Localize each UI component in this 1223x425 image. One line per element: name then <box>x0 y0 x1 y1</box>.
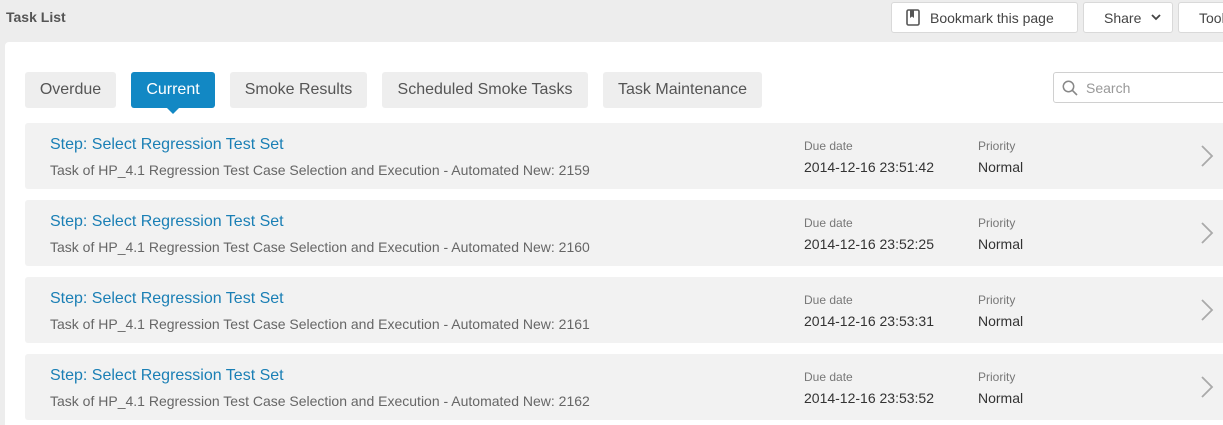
task-description: Task of HP_4.1 Regression Test Case Sele… <box>50 393 590 409</box>
due-date-value: 2014-12-16 23:53:52 <box>804 390 934 406</box>
chevron-right-icon[interactable] <box>1200 298 1214 322</box>
task-title[interactable]: Step: Select Regression Test Set <box>50 367 284 385</box>
chevron-down-icon <box>1151 14 1161 21</box>
priority-label: Priority <box>978 139 1016 153</box>
priority-label: Priority <box>978 216 1016 230</box>
chevron-right-icon[interactable] <box>1200 375 1214 399</box>
tab-task-maintenance[interactable]: Task Maintenance <box>603 72 762 108</box>
bookmark-button[interactable]: Bookmark this page <box>891 2 1078 33</box>
tools-label: Tools <box>1199 9 1223 26</box>
task-description: Task of HP_4.1 Regression Test Case Sele… <box>50 162 590 178</box>
priority-label: Priority <box>978 293 1016 307</box>
share-label: Share <box>1104 9 1142 26</box>
bookmark-label: Bookmark this page <box>930 9 1054 26</box>
tab-label: Current <box>146 81 200 98</box>
priority-value: Normal <box>978 236 1024 252</box>
tab-label: Overdue <box>39 81 102 98</box>
task-description: Task of HP_4.1 Regression Test Case Sele… <box>50 239 590 255</box>
tab-label: Scheduled Smoke Tasks <box>397 81 573 98</box>
tab-overdue[interactable]: Overdue <box>25 72 116 108</box>
due-date-value: 2014-12-16 23:53:31 <box>804 313 934 329</box>
top-bar: Task List Bookmark this page Share Tools <box>0 0 1223 40</box>
task-row[interactable]: Step: Select Regression Test Set Task of… <box>25 123 1223 189</box>
chevron-right-icon[interactable] <box>1200 144 1214 168</box>
priority-value: Normal <box>978 159 1024 175</box>
due-date-value: 2014-12-16 23:51:42 <box>804 159 934 175</box>
tab-label: Task Maintenance <box>618 81 747 98</box>
due-date-value: 2014-12-16 23:52:25 <box>804 236 934 252</box>
task-title[interactable]: Step: Select Regression Test Set <box>50 290 284 308</box>
task-row[interactable]: Step: Select Regression Test Set Task of… <box>25 354 1223 420</box>
search-box[interactable] <box>1053 72 1223 103</box>
search-input[interactable] <box>1086 79 1223 96</box>
due-date-label: Due date <box>804 139 853 153</box>
priority-label: Priority <box>978 370 1016 384</box>
tab-scheduled-smoke-tasks[interactable]: Scheduled Smoke Tasks <box>382 72 588 108</box>
due-date-label: Due date <box>804 370 853 384</box>
due-date-label: Due date <box>804 216 853 230</box>
task-row[interactable]: Step: Select Regression Test Set Task of… <box>25 277 1223 343</box>
tab-label: Smoke Results <box>244 81 353 98</box>
tools-button[interactable]: Tools <box>1178 2 1223 33</box>
priority-value: Normal <box>978 313 1024 329</box>
task-description: Task of HP_4.1 Regression Test Case Sele… <box>50 316 590 332</box>
share-button[interactable]: Share <box>1083 2 1173 33</box>
chevron-right-icon[interactable] <box>1200 221 1214 245</box>
task-row[interactable]: Step: Select Regression Test Set Task of… <box>25 200 1223 266</box>
due-date-label: Due date <box>804 293 853 307</box>
tab-smoke-results[interactable]: Smoke Results <box>230 72 367 108</box>
task-title[interactable]: Step: Select Regression Test Set <box>50 213 284 231</box>
page-title: Task List <box>6 9 66 25</box>
bookmark-icon <box>906 9 920 26</box>
task-title[interactable]: Step: Select Regression Test Set <box>50 136 284 154</box>
tab-current[interactable]: Current <box>131 72 215 114</box>
search-icon <box>1062 80 1078 96</box>
priority-value: Normal <box>978 390 1024 406</box>
task-panel: Overdue Current Smoke Results Scheduled … <box>5 42 1223 425</box>
